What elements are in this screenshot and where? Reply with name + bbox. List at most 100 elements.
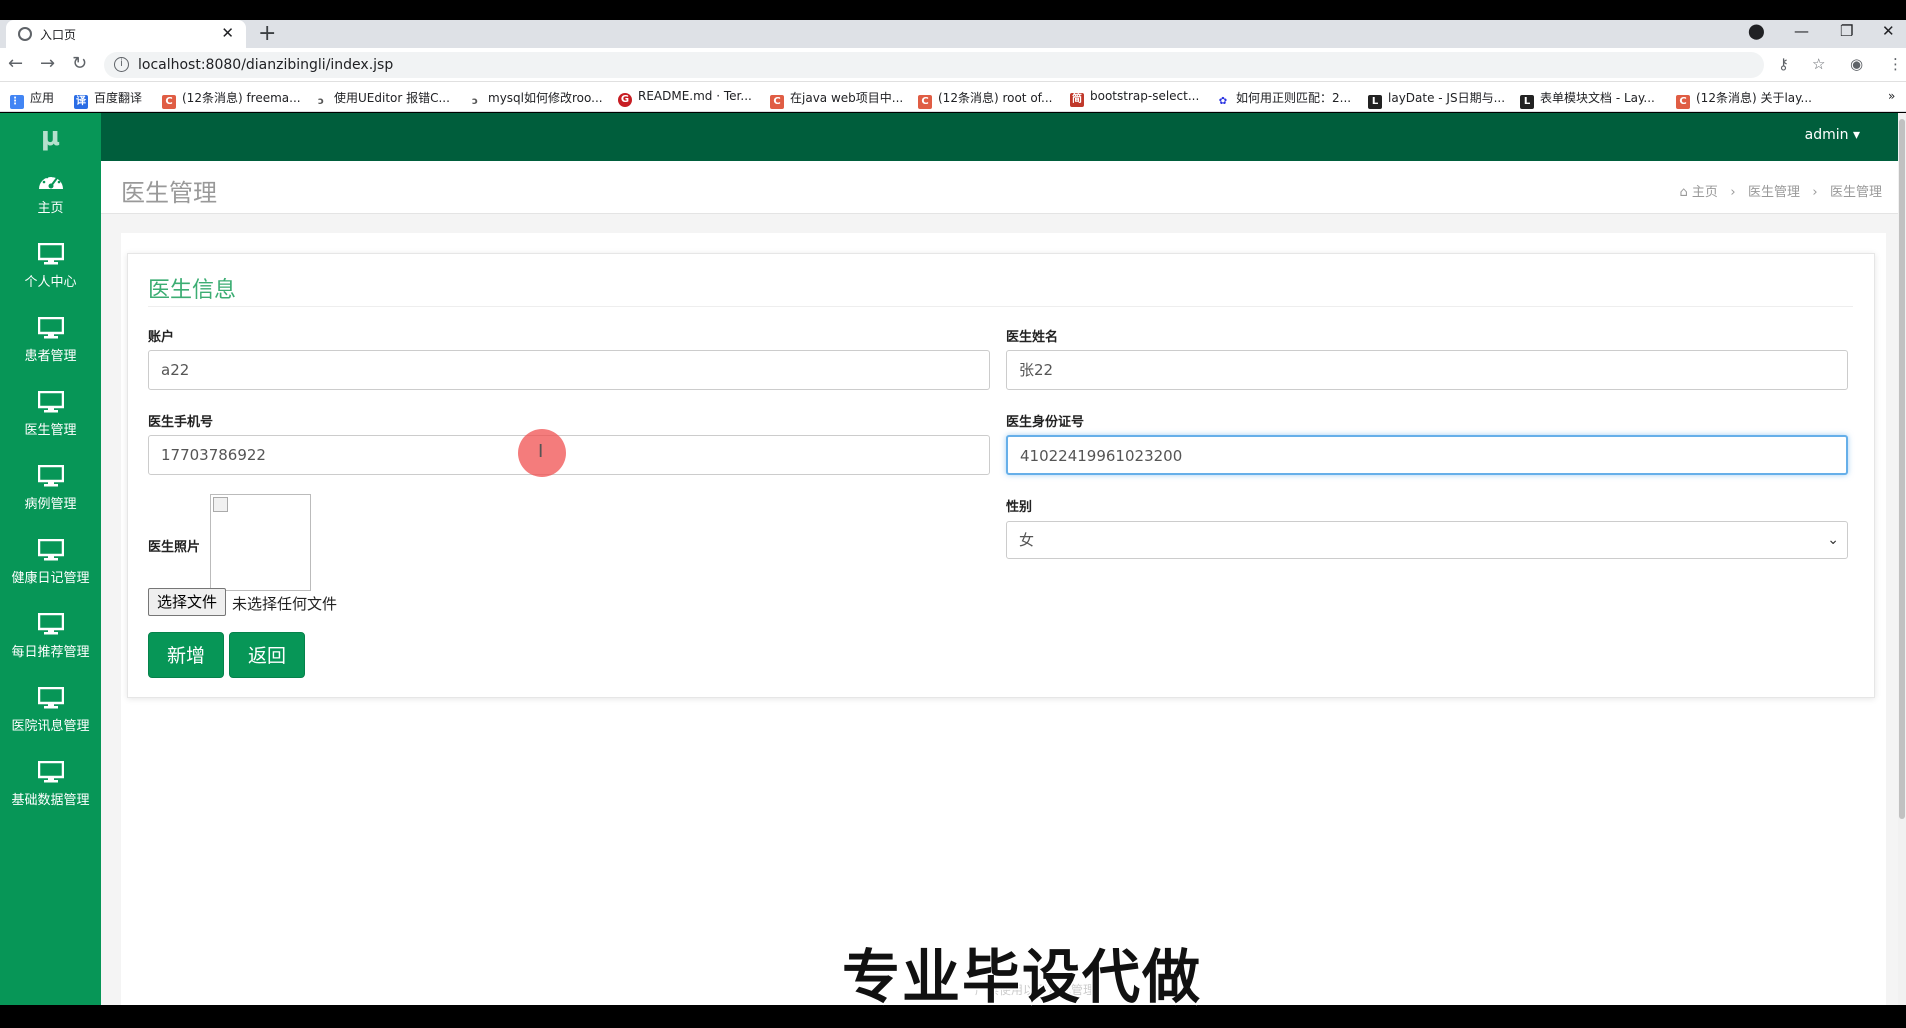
account-icon[interactable]: ◉ <box>1850 55 1863 73</box>
sidebar-item-home[interactable]: 主页 <box>0 163 101 237</box>
bookmark-item[interactable]: 简 bootstrap-select... <box>1070 89 1199 107</box>
bookmark-item[interactable]: ✿ 如何用正则匹配：2... <box>1216 89 1351 109</box>
sidebar-item-base-data[interactable]: 基础数据管理 <box>0 755 101 829</box>
bookmark-item[interactable]: L 表单模块文档 - Lay... <box>1520 89 1655 109</box>
sidebar-item-label: 基础数据管理 <box>11 793 90 808</box>
tab-close-icon[interactable]: ✕ <box>221 24 234 42</box>
breadcrumb-level2: 医生管理 <box>1829 185 1882 200</box>
sidebar-item-label: 医院讯息管理 <box>11 719 90 734</box>
main-content: 医生管理 ⌂ 主页 › 医生管理 › 医生管理 医生信息 账户 a22 医生姓名… <box>101 161 1906 1005</box>
window-close-icon[interactable]: ✕ <box>1882 22 1895 40</box>
sidebar-item-label: 个人中心 <box>24 275 77 290</box>
sidebar-item-patients[interactable]: 患者管理 <box>0 311 101 385</box>
key-icon[interactable]: ⚷ <box>1778 55 1789 73</box>
home-icon: ⌂ <box>1679 185 1688 200</box>
minimize-icon[interactable]: — <box>1794 22 1809 40</box>
page-title: 医生管理 <box>121 179 217 207</box>
idcard-input[interactable]: 41022419961023200 <box>1006 435 1848 475</box>
chevron-down-icon: ⌄ <box>1827 532 1839 548</box>
add-button[interactable]: 新增 <box>148 632 224 678</box>
bookmarks-bar: ⋮⋮应用 译百度翻译 C (12条消息) freema... ↄ 使用UEditor… <box>0 82 1906 112</box>
file-status: 未选择任何文件 <box>232 595 338 613</box>
monitor-icon <box>37 761 64 783</box>
back-icon[interactable]: ← <box>8 53 23 74</box>
bookmark-item[interactable]: LlayDate - JS日期与... <box>1368 89 1505 109</box>
cursor-highlight: I <box>518 429 566 477</box>
info-icon[interactable]: i <box>114 57 129 72</box>
monitor-icon <box>37 391 64 413</box>
new-tab-icon[interactable]: + <box>258 21 276 46</box>
bookmark-item[interactable]: ↄ mysql如何修改roo... <box>468 89 603 109</box>
site-icon: ↄ <box>468 95 482 109</box>
star-icon[interactable]: ☆ <box>1812 55 1825 73</box>
breadcrumb-separator: › <box>1730 185 1736 200</box>
forward-icon[interactable]: → <box>40 53 55 74</box>
gender-label: 性别 <box>1006 500 1033 515</box>
sidebar-item-health-diary[interactable]: 健康日记管理 <box>0 533 101 607</box>
csdn-icon: C <box>1676 95 1690 109</box>
gitee-icon: G <box>618 93 632 107</box>
watermark-overlay: 专业毕设代做 <box>840 942 1203 1013</box>
sidebar-item-label: 患者管理 <box>24 349 77 364</box>
account-input[interactable]: a22 <box>148 350 990 390</box>
sidebar-item-label: 病例管理 <box>24 497 77 512</box>
sidebar-item-daily-recommend[interactable]: 每日推荐管理 <box>0 607 101 681</box>
more-bookmarks-icon[interactable]: » <box>1888 89 1895 103</box>
address-bar[interactable]: i localhost:8080/dianzibingli/index.jsp <box>104 52 1764 78</box>
monitor-icon <box>37 465 64 487</box>
bookmark-item[interactable]: ⋮⋮应用 <box>10 89 54 109</box>
page-header: 医生管理 ⌂ 主页 › 医生管理 › 医生管理 <box>101 161 1906 214</box>
page-scrollbar[interactable] <box>1898 113 1906 1005</box>
account-label: 账户 <box>148 330 175 345</box>
sidebar-item-hospital-news[interactable]: 医院讯息管理 <box>0 681 101 755</box>
breadcrumb-level1[interactable]: 医生管理 <box>1748 185 1800 200</box>
phone-input[interactable]: 17703786922 <box>148 435 990 475</box>
name-input[interactable]: 张22 <box>1006 350 1848 390</box>
reload-icon[interactable]: ↻ <box>72 53 87 74</box>
gender-value: 女 <box>1019 531 1035 549</box>
sidebar-item-doctors[interactable]: 医生管理 <box>0 385 101 459</box>
sidebar-item-cases[interactable]: 病例管理 <box>0 459 101 533</box>
bookmark-item[interactable]: C (12条消息) 关于lay... <box>1676 89 1812 109</box>
top-navbar: admin ▾ <box>101 113 1906 161</box>
csdn-icon: C <box>770 95 784 109</box>
monitor-icon <box>37 613 64 635</box>
breadcrumb: ⌂ 主页 › 医生管理 › 医生管理 <box>1680 181 1882 200</box>
scrollbar-thumb[interactable] <box>1899 119 1905 819</box>
broken-image-icon <box>213 497 228 512</box>
user-menu[interactable]: admin ▾ <box>1805 127 1860 143</box>
bookmark-item[interactable]: ↄ 使用UEditor 报错C... <box>314 89 450 109</box>
baidu-translate-icon: 译 <box>74 95 88 109</box>
monitor-icon <box>37 317 64 339</box>
sidebar-item-label: 医生管理 <box>24 423 77 438</box>
globe-icon <box>18 27 32 41</box>
browser-tab[interactable]: 入口页 ✕ <box>6 20 246 48</box>
layui-icon: L <box>1520 95 1534 109</box>
back-button[interactable]: 返回 <box>229 632 305 678</box>
idcard-label: 医生身份证号 <box>1006 415 1085 430</box>
baidu-paw-icon: ✿ <box>1216 95 1230 109</box>
site-icon: ↄ <box>314 95 328 109</box>
bookmark-item[interactable]: C 在java web项目中... <box>770 89 903 109</box>
bookmark-item[interactable]: G README.md · Ter... <box>618 89 752 107</box>
gender-select[interactable]: 女 ⌄ <box>1006 521 1848 559</box>
profile-icon[interactable]: ⬤ <box>1748 22 1765 40</box>
csdn-icon: C <box>918 95 932 109</box>
monitor-icon <box>37 243 64 265</box>
bookmark-item[interactable]: C (12条消息) freema... <box>162 89 301 109</box>
bookmark-item[interactable]: 译百度翻译 <box>74 89 142 109</box>
bookmark-item[interactable]: C (12条消息) root of... <box>918 89 1052 109</box>
sidebar: μ 主页 个人中心 患者管理 医生管理 病例管理 健康日记管理 每日推荐管理 医… <box>0 113 101 1005</box>
content-area: 医生信息 账户 a22 医生姓名 张22 医生手机号 17703786922 医… <box>121 233 1886 1005</box>
doctor-form-card: 医生信息 账户 a22 医生姓名 张22 医生手机号 17703786922 医… <box>127 253 1875 698</box>
menu-icon[interactable]: ⋮ <box>1888 55 1903 73</box>
photo-label: 医生照片 <box>148 540 201 555</box>
monitor-icon <box>37 539 64 561</box>
url-text: localhost:8080/dianzibingli/index.jsp <box>138 57 394 73</box>
choose-file-button[interactable]: 选择文件 <box>148 588 227 616</box>
divider <box>148 306 1853 307</box>
breadcrumb-home[interactable]: 主页 <box>1692 185 1718 200</box>
sidebar-item-profile[interactable]: 个人中心 <box>0 237 101 311</box>
restore-icon[interactable]: ❐ <box>1840 22 1853 40</box>
app-logo: μ <box>40 122 61 152</box>
